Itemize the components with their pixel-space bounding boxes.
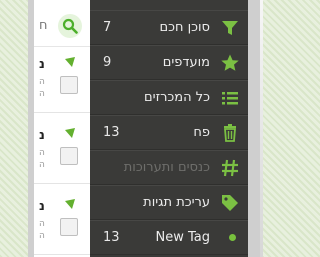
list-item-subtitle: ה	[39, 77, 45, 87]
menu-item-count: 9	[103, 55, 112, 70]
menu-item-count: 13	[103, 125, 120, 140]
task-list-panel: ח נ ה ה נ ה ה נ ה ה	[34, 0, 90, 257]
list-item-title: נ	[39, 57, 45, 72]
search-button[interactable]	[58, 14, 82, 38]
menu-item-label: עריכת תגיות	[143, 195, 210, 210]
menu-item-label: מועדפים	[162, 55, 210, 70]
search-input[interactable]: ח	[39, 18, 48, 33]
task-checkbox[interactable]	[60, 76, 78, 94]
hashtag-icon	[222, 159, 238, 177]
menu-item-all-tenders[interactable]: כל המכרזים	[90, 80, 248, 115]
tag-icon	[222, 195, 238, 211]
menu-item-conferences[interactable]: כנסים ותערוכות	[90, 150, 248, 185]
list-item[interactable]: נ ה ה	[34, 190, 90, 255]
tag-color-dot-icon	[229, 234, 236, 241]
menu-item-new-tag[interactable]: New Tag 13	[90, 220, 248, 255]
menu-item-label: New Tag	[155, 230, 211, 245]
tag-icon	[65, 57, 75, 67]
task-checkbox[interactable]	[60, 218, 78, 236]
list-item-subtitle: ה	[39, 148, 45, 158]
menu-item-edit-tags[interactable]: עריכת תגיות	[90, 185, 248, 220]
menu-item-label: כנסים ותערוכות	[123, 160, 210, 175]
menu-item-trash[interactable]: פח 13	[90, 115, 248, 150]
menu-item-favorites[interactable]: מועדפים 9	[90, 45, 248, 80]
list-icon	[222, 92, 238, 105]
device-edge	[260, 0, 263, 257]
list-item-subtitle: ה	[39, 219, 45, 229]
task-checkbox[interactable]	[60, 147, 78, 165]
list-item-title: נ	[39, 199, 45, 214]
tag-icon	[65, 128, 75, 138]
tag-icon	[65, 199, 75, 209]
list-item-subtitle: ה	[39, 160, 45, 170]
funnel-icon	[222, 21, 238, 35]
menu-item-count: 13	[103, 230, 120, 245]
menu-item-label: סוכן חכם	[159, 20, 210, 35]
list-item[interactable]: נ ה ה	[34, 119, 90, 184]
side-menu: סוכן חכם 7 מועדפים 9 כל המכרזים פח 13 כנ…	[90, 0, 248, 257]
list-item-subtitle: ה	[39, 89, 45, 99]
star-icon	[221, 54, 239, 71]
trash-icon	[224, 124, 236, 142]
list-item-subtitle: ה	[39, 231, 45, 241]
search-icon	[62, 18, 78, 34]
list-item-title: נ	[39, 128, 45, 143]
search-bar[interactable]: ח	[34, 10, 90, 47]
menu-item-label: פח	[193, 125, 210, 140]
menu-item-label: כל המכרזים	[144, 90, 210, 105]
menu-item-smart-agent[interactable]: סוכן חכם 7	[90, 10, 248, 45]
list-item[interactable]: נ ה ה	[34, 48, 90, 113]
menu-item-count: 7	[103, 20, 112, 35]
